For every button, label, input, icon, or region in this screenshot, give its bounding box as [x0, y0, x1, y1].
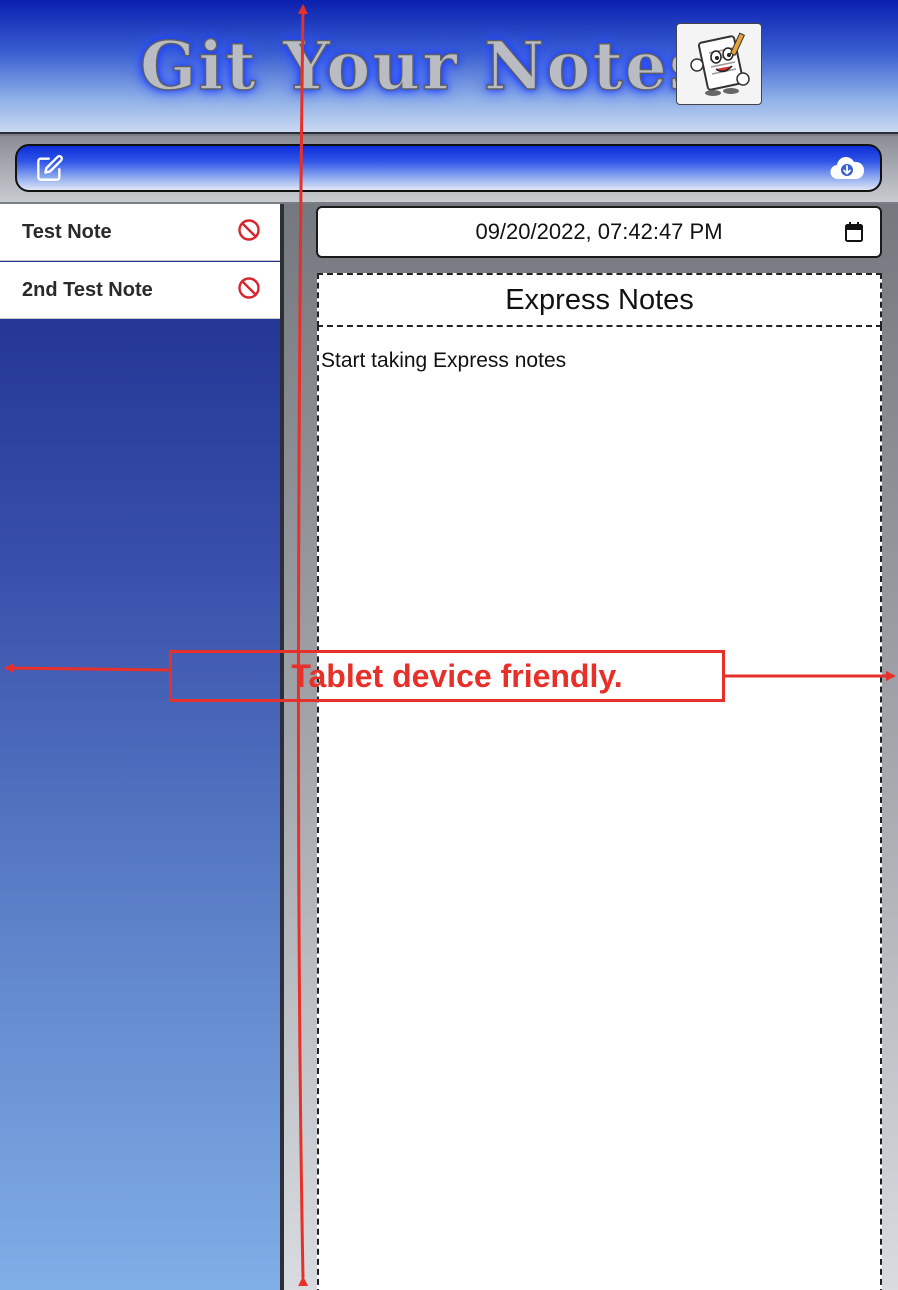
date-input[interactable]: 09/20/2022, 07:42:47 PM: [316, 206, 882, 258]
note-list-item[interactable]: 2nd Test Note: [0, 262, 281, 319]
notes-sidebar: [0, 204, 281, 1290]
annotation-callout: Tablet device friendly.: [169, 650, 725, 702]
note-item-label: Test Note: [22, 220, 112, 243]
prohibited-icon[interactable]: [237, 276, 261, 305]
edit-icon: [36, 154, 64, 187]
new-note-button[interactable]: [35, 154, 65, 187]
app-header: Git Your Notes: [0, 0, 898, 134]
note-list-item[interactable]: Test Note: [0, 204, 281, 261]
note-body-textarea[interactable]: Start taking Express notes: [317, 325, 882, 1290]
note-title-input[interactable]: Express Notes: [317, 273, 882, 327]
notepad-mascot-icon[interactable]: [676, 23, 762, 105]
date-value: 09/20/2022, 07:42:47 PM: [475, 219, 723, 244]
toolbar: [15, 144, 882, 192]
cloud-download-icon: [830, 155, 865, 186]
save-button[interactable]: [829, 156, 865, 184]
app-title: Git Your Notes: [139, 26, 709, 106]
note-item-label: 2nd Test Note: [22, 278, 153, 301]
prohibited-icon[interactable]: [237, 218, 261, 247]
calendar-icon[interactable]: [844, 221, 864, 249]
